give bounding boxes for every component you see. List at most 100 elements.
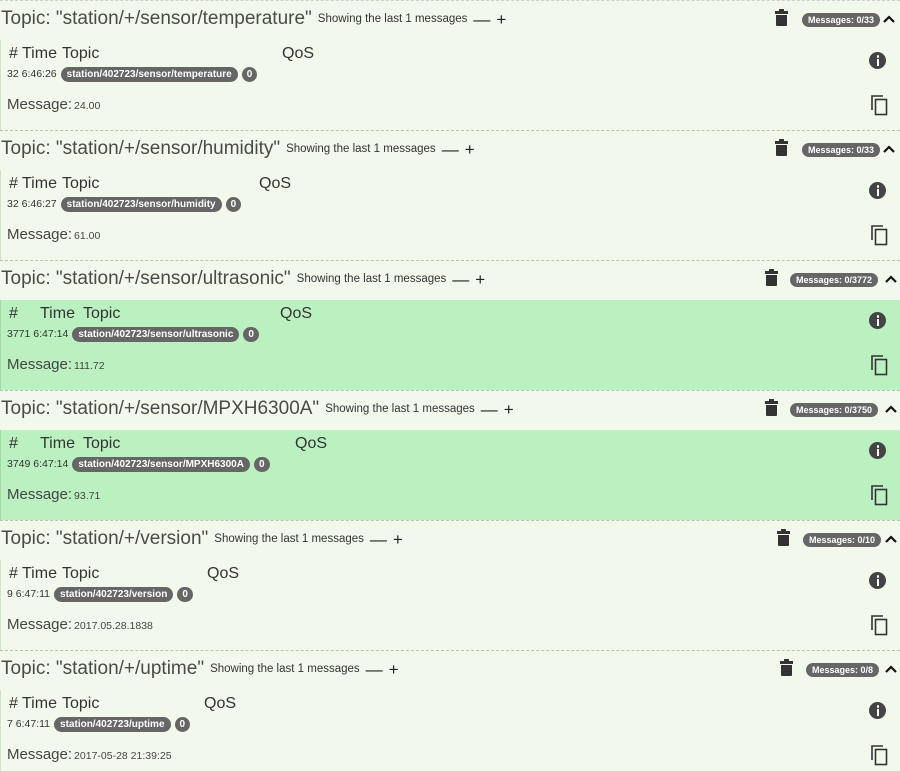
message-value: Message: 111.72 [7,356,105,373]
showing-label: Showing the last 1 messages [214,533,364,545]
topic-title-text: Topic: "station/+/sensor/ultrasonic" [1,268,291,289]
message-panel: # Time Topic QoS 9 6:47:11 station/402723/ve… [0,560,900,650]
topic-block: Topic: "station/+/sensor/temperature" Sho… [0,0,900,130]
copy-icon[interactable] [870,744,888,766]
info-icon[interactable] [869,312,886,329]
info-icon[interactable] [869,572,886,589]
topic-title-text: Topic: "station/+/uptime" [1,658,205,679]
plus-icon[interactable]: + [496,8,506,32]
message-row[interactable]: 3749 6:47:14 station/402723/sensor/MPXH63… [7,456,270,472]
topic-block: Topic: "station/+/version" Showing the la… [0,520,900,650]
message-value: Message: 61.00 [7,226,101,243]
qos-pill: 0 [225,197,242,212]
plus-icon[interactable]: + [393,528,403,552]
topic-block: Topic: "station/+/uptime" Showing the las… [0,650,900,771]
trash-icon[interactable] [765,399,778,416]
topic-title: Topic: "station/+/version" Showing the la… [1,527,403,552]
info-icon[interactable] [869,702,886,719]
info-icon[interactable] [869,442,886,459]
minus-icon[interactable]: — [442,138,459,162]
copy-icon[interactable] [870,614,888,636]
copy-icon[interactable] [870,354,888,376]
topic-title: Topic: "station/+/sensor/humidity" Showin… [1,137,475,162]
message-panel: # Time Topic QoS 32 6:46:26 station/402723/s… [0,40,900,130]
minus-icon[interactable]: — [370,528,387,552]
plus-icon[interactable]: + [475,268,485,292]
topic-title: Topic: "station/+/sensor/ultrasonic" Show… [1,267,485,292]
topic-pill: station/402723/sensor/humidity [60,197,222,212]
messages-badge: Messages: 0/10 [803,533,882,547]
plus-icon[interactable]: + [389,658,399,682]
topic-title-text: Topic: "station/+/version" [1,528,209,549]
message-panel: # Time Topic QoS 32 6:46:27 station/402723/s… [0,170,900,260]
messages-badge: Messages: 0/33 [802,13,881,27]
plus-icon[interactable]: + [465,138,475,162]
message-row[interactable]: 9 6:47:11 station/402723/version 0 [7,586,193,602]
topic-block: Topic: "station/+/sensor/MPXH6300A" Showi… [0,390,900,520]
info-icon[interactable] [869,52,886,69]
showing-label: Showing the last 1 messages [325,403,475,415]
message-panel: # Time Topic QoS 7 6:47:11 station/402723/up… [0,690,900,771]
topic-header: Topic: "station/+/sensor/ultrasonic" Show… [0,260,900,300]
copy-icon[interactable] [870,94,888,116]
qos-pill: 0 [243,327,259,342]
message-panel: # Time Topic QoS 3771 6:47:14 station/402723… [0,300,900,390]
qos-pill: 0 [253,457,270,472]
qos-pill: 0 [241,67,258,82]
message-value: Message: 93.71 [7,486,101,503]
message-panel: # Time Topic QoS 3749 6:47:14 station/402723… [0,430,900,520]
minus-icon[interactable]: — [366,658,383,682]
messages-badge: Messages: 0/3750 [790,403,879,417]
message-row[interactable]: 7 6:47:11 station/402723/uptime 0 [7,716,191,732]
showing-label: Showing the last 1 messages [296,273,447,285]
topic-title-text: Topic: "station/+/sensor/temperature" [1,8,312,29]
topic-header: Topic: "station/+/sensor/temperature" Sho… [0,0,900,40]
copy-icon[interactable] [870,224,888,246]
trash-icon[interactable] [777,529,790,546]
minus-icon[interactable]: — [452,268,469,292]
showing-label: Showing the last 1 messages [210,663,360,675]
topic-title: Topic: "station/+/sensor/MPXH6300A" Showi… [1,397,514,422]
messages-badge: Messages: 0/8 [806,663,880,677]
plus-icon[interactable]: + [504,398,514,422]
info-icon[interactable] [869,182,886,199]
topic-block: Topic: "station/+/sensor/humidity" Showin… [0,130,900,260]
qos-pill: 0 [174,717,191,732]
topic-header: Topic: "station/+/sensor/humidity" Showin… [0,130,900,170]
message-row[interactable]: 32 6:46:26 station/402723/sensor/temperat… [7,66,258,82]
topic-header: Topic: "station/+/version" Showing the la… [0,520,900,560]
minus-icon[interactable]: — [473,8,490,32]
topic-title: Topic: "station/+/sensor/temperature" Sho… [1,7,506,32]
message-value: Message: 24.00 [7,96,101,113]
topic-header: Topic: "station/+/sensor/MPXH6300A" Showi… [0,390,900,430]
copy-icon[interactable] [870,484,888,506]
topic-pill: station/402723/sensor/MPXH6300A [72,457,250,472]
topic-title-text: Topic: "station/+/sensor/humidity" [1,138,281,159]
message-row[interactable]: 3771 6:47:14 station/402723/sensor/ultras… [7,326,259,342]
trash-icon[interactable] [775,139,788,156]
messages-badge: Messages: 0/3772 [790,273,879,287]
trash-icon[interactable] [775,9,788,26]
topic-title: Topic: "station/+/uptime" Showing the las… [1,657,399,682]
message-value: Message: 2017-05-28 21:39:25 [7,746,172,763]
chevron-up-icon[interactable] [881,11,897,27]
showing-label: Showing the last 1 messages [286,143,436,155]
minus-icon[interactable]: — [481,398,498,422]
topic-header: Topic: "station/+/uptime" Showing the las… [0,650,900,690]
trash-icon[interactable] [780,659,793,676]
showing-label: Showing the last 1 messages [317,13,468,25]
chevron-up-icon[interactable] [883,661,899,677]
chevron-up-icon[interactable] [883,531,899,547]
topic-block: Topic: "station/+/sensor/ultrasonic" Show… [0,260,900,390]
qos-pill: 0 [177,587,193,602]
message-row[interactable]: 32 6:46:27 station/402723/sensor/humidity… [7,196,242,212]
chevron-up-icon[interactable] [881,141,897,157]
topic-title-text: Topic: "station/+/sensor/MPXH6300A" [1,398,320,419]
topic-pill: station/402723/version [54,587,174,602]
topic-pill: station/402723/sensor/ultrasonic [72,327,240,342]
trash-icon[interactable] [765,269,778,286]
topic-pill: station/402723/sensor/temperature [60,67,238,82]
chevron-up-icon[interactable] [883,271,899,287]
chevron-up-icon[interactable] [883,401,899,417]
message-value: Message: 2017.05.28.1838 [7,616,153,633]
